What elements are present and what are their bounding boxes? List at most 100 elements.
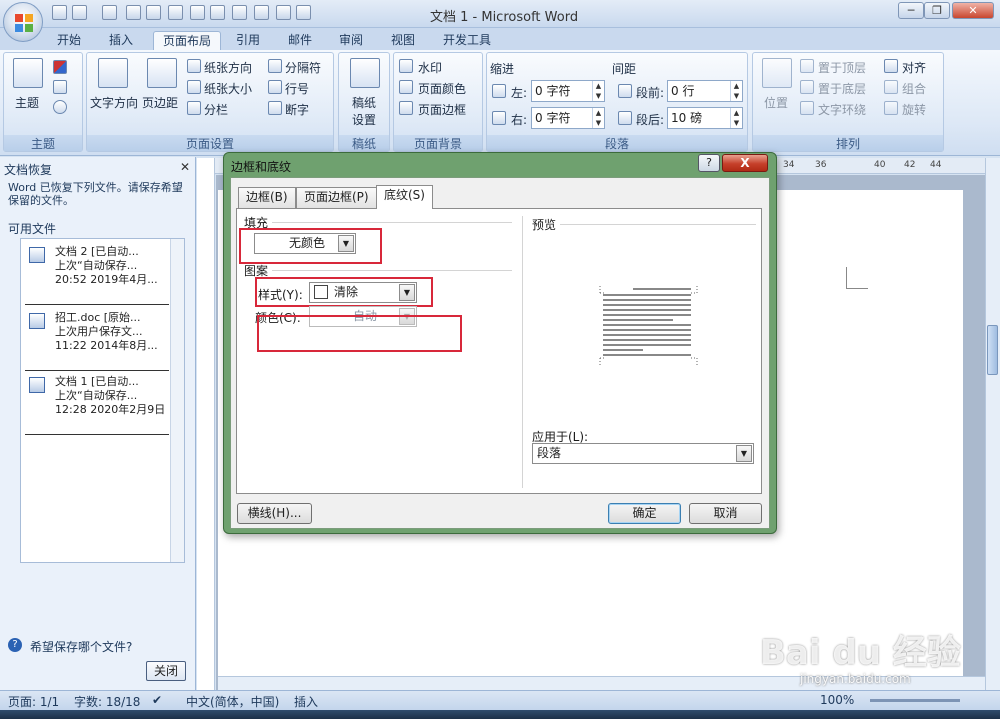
tab-view[interactable]: 视图 — [382, 31, 424, 50]
help-link[interactable]: 希望保存哪个文件? — [30, 638, 132, 655]
word-count[interactable]: 字数: 18/18 — [74, 693, 140, 710]
columns-button[interactable]: 分栏 — [204, 101, 228, 118]
format-icon[interactable] — [232, 5, 247, 20]
zoom-level[interactable]: 100% — [820, 693, 854, 707]
theme-colors-icon[interactable] — [53, 60, 67, 74]
chevron-down-icon[interactable]: ▼ — [736, 445, 752, 462]
indent-left-input[interactable]: 0 字符 ▲ ▼ — [531, 80, 605, 102]
tab-shading[interactable]: 底纹(S) — [376, 185, 433, 209]
apply-to-dropdown[interactable]: 段落 ▼ — [532, 443, 754, 464]
send-back-icon[interactable] — [800, 80, 814, 94]
watermark-icon[interactable] — [399, 59, 413, 73]
minimize-button[interactable]: ─ — [898, 2, 924, 19]
horizontal-line-button[interactable]: 横线(H)... — [237, 503, 312, 524]
tab-references[interactable]: 引用 — [227, 31, 269, 50]
page-border-button[interactable]: 页面边框 — [418, 101, 466, 118]
text-direction-icon[interactable] — [98, 58, 128, 88]
columns-icon[interactable] — [187, 101, 201, 115]
group-objects-button[interactable]: 组合 — [902, 80, 926, 97]
tab-developer[interactable]: 开发工具 — [434, 31, 500, 50]
orientation-button[interactable]: 纸张方向 — [204, 59, 252, 76]
page-border-icon[interactable] — [399, 101, 413, 115]
cancel-button[interactable]: 取消 — [689, 503, 762, 524]
print-preview-icon[interactable] — [146, 5, 161, 20]
indent-right-input[interactable]: 0 字符 ▲ ▼ — [531, 107, 605, 129]
rotate-button[interactable]: 旋转 — [902, 101, 926, 118]
rotate-icon[interactable] — [884, 101, 898, 115]
tab-home[interactable]: 开始 — [48, 31, 90, 50]
breaks-button[interactable]: 分隔符 — [285, 59, 321, 76]
new-doc-icon[interactable] — [190, 5, 205, 20]
close-pane-button[interactable]: 关闭 — [146, 661, 186, 681]
margins-icon[interactable] — [147, 58, 177, 88]
vertical-scroll-thumb[interactable] — [987, 325, 998, 375]
undo-icon[interactable] — [72, 5, 87, 20]
close-window-button[interactable]: ✕ — [952, 2, 994, 19]
tab-borders[interactable]: 边框(B) — [238, 187, 296, 208]
line-numbers-icon[interactable] — [268, 80, 282, 94]
hyphenation-icon[interactable] — [268, 101, 282, 115]
pane-close-icon[interactable]: ✕ — [180, 160, 190, 174]
dialog-help-button[interactable]: ? — [698, 154, 720, 172]
tab-mailings[interactable]: 邮件 — [279, 31, 321, 50]
spinner-icon[interactable]: ▲ ▼ — [730, 108, 742, 128]
align-icon[interactable] — [884, 59, 898, 73]
margins-button[interactable]: 页边距 — [142, 94, 178, 111]
list-item[interactable]: 文档 1 [已自动... 上次“自动保存... 12:28 2020年2月9日 — [21, 369, 169, 435]
page-icon[interactable] — [254, 5, 269, 20]
print-icon[interactable] — [126, 5, 141, 20]
vertical-scrollbar[interactable] — [985, 158, 1000, 690]
proofing-icon[interactable]: ✔ — [152, 693, 162, 707]
text-wrap-icon[interactable] — [800, 101, 814, 115]
line-numbers-button[interactable]: 行号 — [285, 80, 309, 97]
position-button[interactable]: 位置 — [764, 94, 788, 111]
ok-button[interactable]: 确定 — [608, 503, 681, 524]
watermark-button[interactable]: 水印 — [418, 59, 442, 76]
language-indicator[interactable]: 中文(简体，中国) — [186, 693, 279, 710]
help-icon[interactable]: ? — [8, 638, 22, 652]
bring-front-icon[interactable] — [800, 59, 814, 73]
position-icon[interactable] — [762, 58, 792, 88]
theme-icon[interactable] — [13, 58, 43, 88]
list-item[interactable]: 文档 2 [已自动... 上次“自动保存... 20:52 2019年4月... — [21, 239, 169, 305]
draft-button-line1[interactable]: 稿纸 — [352, 94, 376, 111]
spinner-icon[interactable]: ▲ ▼ — [730, 81, 742, 101]
list-item[interactable]: 招工.doc [原始... 上次用户保存文... 11:22 2014年8月..… — [21, 305, 169, 371]
open-folder-icon[interactable] — [168, 5, 183, 20]
restore-button[interactable]: ❐ — [924, 2, 950, 19]
group-objects-icon[interactable] — [884, 80, 898, 94]
page-count[interactable]: 页面: 1/1 — [8, 693, 59, 710]
dialog-close-button[interactable]: X — [722, 154, 768, 172]
save-icon[interactable] — [52, 5, 67, 20]
spinner-icon[interactable]: ▲ ▼ — [592, 81, 604, 101]
theme-fonts-icon[interactable] — [53, 80, 67, 94]
draft-paper-icon[interactable] — [350, 58, 380, 88]
page-color-icon[interactable] — [399, 80, 413, 94]
doc-icon[interactable] — [210, 5, 225, 20]
redo-icon[interactable] — [102, 5, 117, 20]
tab-insert[interactable]: 插入 — [100, 31, 142, 50]
align-button[interactable]: 对齐 — [902, 59, 926, 76]
qat-more-icon[interactable] — [296, 5, 311, 20]
text-wrap-button[interactable]: 文字环绕 — [818, 101, 866, 118]
text-direction-button[interactable]: 文字方向 — [90, 94, 138, 111]
size-icon[interactable] — [187, 80, 201, 94]
file-list-scrollbar[interactable] — [170, 239, 184, 562]
theme-effects-icon[interactable] — [53, 100, 67, 114]
zoom-slider[interactable] — [870, 699, 960, 702]
spacing-before-input[interactable]: 0 行 ▲ ▼ — [667, 80, 743, 102]
send-back-button[interactable]: 置于底层 — [818, 80, 866, 97]
breaks-icon[interactable] — [268, 59, 282, 73]
table-icon[interactable] — [276, 5, 291, 20]
spinner-icon[interactable]: ▲ ▼ — [592, 108, 604, 128]
spacing-after-input[interactable]: 10 磅 ▲ ▼ — [667, 107, 743, 129]
size-button[interactable]: 纸张大小 — [204, 80, 252, 97]
tab-review[interactable]: 审阅 — [330, 31, 372, 50]
theme-button[interactable]: 主题 — [15, 94, 39, 111]
draft-button-line2[interactable]: 设置 — [352, 111, 376, 128]
bring-front-button[interactable]: 置于顶层 — [818, 59, 866, 76]
page-color-button[interactable]: 页面颜色 — [418, 80, 466, 97]
tab-page-border[interactable]: 页面边框(P) — [296, 187, 377, 208]
insert-mode[interactable]: 插入 — [294, 693, 318, 710]
office-button[interactable] — [3, 2, 43, 42]
